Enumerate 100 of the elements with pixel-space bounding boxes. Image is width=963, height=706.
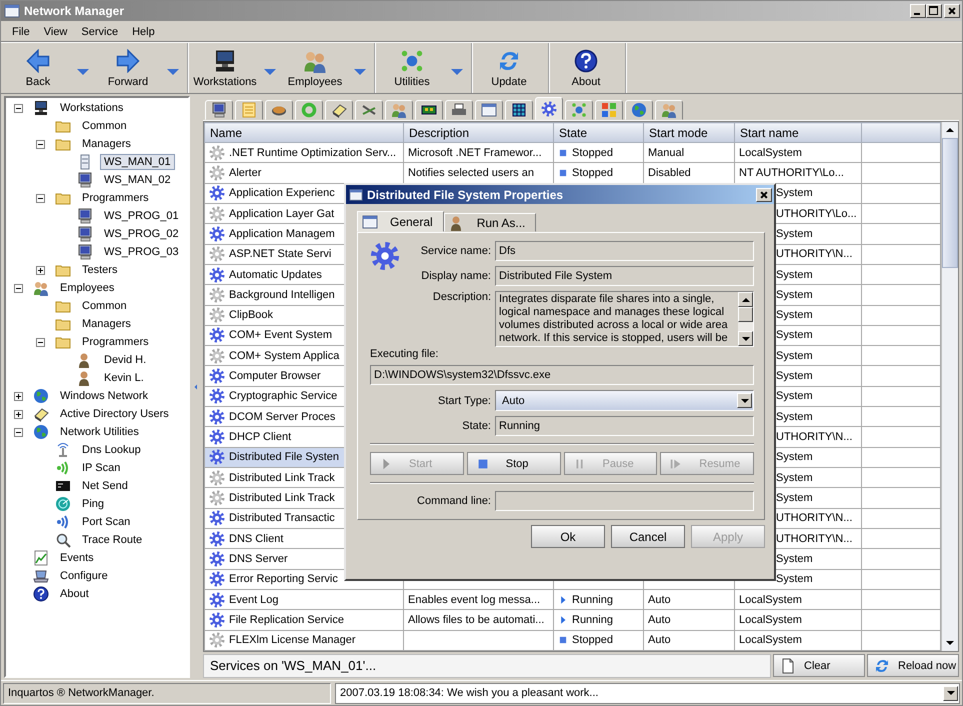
tree-item[interactable]: IP Scan <box>78 460 124 476</box>
tree-item[interactable]: Network Utilities <box>56 424 143 440</box>
view-tab[interactable] <box>505 100 533 120</box>
tree-item[interactable]: Ping <box>78 496 108 512</box>
stop-button[interactable]: Stop <box>466 452 560 475</box>
tree-item[interactable]: Employees <box>56 280 118 296</box>
column-header[interactable]: State <box>554 122 644 142</box>
tree-item[interactable]: Workstations <box>56 100 128 116</box>
service-name: Background Intelligen <box>229 288 335 301</box>
view-tab[interactable] <box>445 100 473 120</box>
toolbar-button[interactable]: Forward <box>93 44 163 92</box>
collapse-toggle[interactable] <box>14 428 23 436</box>
minimize-button[interactable] <box>910 4 926 18</box>
maximize-button[interactable] <box>926 4 942 18</box>
clear-button[interactable]: Clear <box>773 654 865 677</box>
tree-item[interactable]: About <box>56 586 93 602</box>
view-tab[interactable] <box>265 100 293 120</box>
tree-item[interactable]: Dns Lookup <box>78 442 145 458</box>
toolbar-button[interactable]: Workstations <box>190 44 260 92</box>
tree-item[interactable]: WS_MAN_01 <box>100 154 175 170</box>
toolbar-button[interactable]: About <box>551 44 621 92</box>
table-cell: Allows files to be automati... <box>404 610 554 630</box>
collapse-toggle[interactable] <box>14 104 23 112</box>
dialog-button[interactable]: Cancel <box>611 525 685 548</box>
tree-item[interactable]: Configure <box>56 568 112 584</box>
table-cell: Microsoft .NET Framewor... <box>404 142 554 163</box>
tree-item[interactable]: WS_PROG_02 <box>100 226 183 242</box>
toolbar-button[interactable]: Employees <box>280 44 350 92</box>
text-field[interactable]: Dfs <box>495 241 754 261</box>
scrollbar[interactable] <box>941 122 958 651</box>
tree-item[interactable]: Active Directory Users <box>56 406 173 422</box>
start-type-dropdown[interactable]: Auto <box>495 390 754 411</box>
tree-item[interactable]: Testers <box>78 262 122 278</box>
window-icon <box>4 3 20 19</box>
column-header[interactable]: Start name <box>734 122 862 142</box>
text-field[interactable]: D:\WINDOWS\system32\Dfssvc.exe <box>370 365 754 385</box>
column-header[interactable]: Description <box>404 122 554 142</box>
tree-item[interactable]: Port Scan <box>78 514 134 530</box>
close-button[interactable] <box>944 4 960 18</box>
tree-item[interactable]: Trace Route <box>78 532 146 548</box>
dialog-tab[interactable]: General <box>357 211 444 232</box>
toolbar-button[interactable]: Update <box>474 44 544 92</box>
reload-button[interactable]: Reload now <box>867 654 959 677</box>
network-icon <box>571 102 587 118</box>
tree-item[interactable]: Programmers <box>78 190 153 206</box>
tree-item[interactable]: Windows Network <box>56 388 152 404</box>
menu-item[interactable]: Help <box>125 26 162 38</box>
view-tab[interactable] <box>415 100 443 120</box>
dropdown-arrow-icon[interactable] <box>167 69 179 75</box>
dropdown-arrow-icon[interactable] <box>451 69 463 75</box>
tree-item[interactable]: Kevin L. <box>100 370 148 386</box>
collapse-toggle[interactable] <box>14 284 23 292</box>
text-field[interactable]: Distributed File System <box>495 266 754 286</box>
view-tab[interactable] <box>325 100 353 120</box>
text-field[interactable] <box>495 491 754 511</box>
toolbar-button[interactable]: Back <box>3 44 73 92</box>
menu-item[interactable]: File <box>5 26 37 38</box>
dialog-tab[interactable]: Run As... <box>444 213 536 232</box>
field-label: Executing file: <box>370 348 440 360</box>
tree-item[interactable]: Events <box>56 550 98 566</box>
scroll-thumb[interactable] <box>942 138 958 268</box>
tree-item[interactable]: WS_PROG_01 <box>100 208 183 224</box>
log-dropdown[interactable]: 2007.03.19 18:08:34: We wish you a pleasant work... <box>335 682 960 704</box>
description-field[interactable]: Integrates disparate file shares into a single, logical namespace and manages these logical volumes distributed across a local or wide area network. If this service is stopped, users will be <box>495 291 754 347</box>
menu-item[interactable]: Service <box>74 26 126 38</box>
close-button[interactable] <box>756 188 772 202</box>
column-header[interactable]: Name <box>204 122 404 142</box>
tree-item[interactable]: Programmers <box>78 334 153 350</box>
collapse-toggle[interactable] <box>36 338 45 346</box>
tree-item[interactable]: Devid H. <box>100 352 150 368</box>
globe-icon <box>33 424 49 440</box>
expand-toggle[interactable] <box>14 392 23 400</box>
play-icon <box>558 614 568 625</box>
tree-item[interactable]: Managers <box>78 136 135 152</box>
dropdown-arrow-icon[interactable] <box>354 69 366 75</box>
dialog-button[interactable]: Ok <box>531 525 605 548</box>
table-cell: LocalSystem <box>734 142 862 163</box>
menu-item[interactable]: View <box>36 26 74 38</box>
view-tab[interactable] <box>205 100 233 120</box>
dropdown-arrow-icon[interactable] <box>264 69 276 75</box>
dropdown-arrow-icon[interactable] <box>77 69 89 75</box>
text-field[interactable]: Running <box>495 416 754 436</box>
tree-item[interactable]: Managers <box>78 316 135 332</box>
tree-item[interactable]: Common <box>78 118 131 134</box>
collapse-toggle[interactable] <box>36 140 45 148</box>
scroll-track[interactable] <box>738 322 753 331</box>
monitor-icon <box>77 244 93 260</box>
collapse-toggle[interactable] <box>36 194 45 202</box>
field-label: Command line: <box>416 495 492 507</box>
column-header[interactable]: Start mode <box>644 122 734 142</box>
expand-toggle[interactable] <box>36 266 45 274</box>
view-tab[interactable] <box>355 100 383 120</box>
toolbar-button[interactable]: Utilities <box>377 44 447 92</box>
status-text: Inquartos ® NetworkManager. <box>3 682 331 704</box>
tree-item[interactable]: Net Send <box>78 478 132 494</box>
tree-item[interactable]: Common <box>78 298 131 314</box>
tree-item[interactable]: WS_PROG_03 <box>100 244 183 260</box>
antenna-icon <box>55 442 71 458</box>
expand-toggle[interactable] <box>14 410 23 418</box>
tree-item[interactable]: WS_MAN_02 <box>100 172 175 188</box>
